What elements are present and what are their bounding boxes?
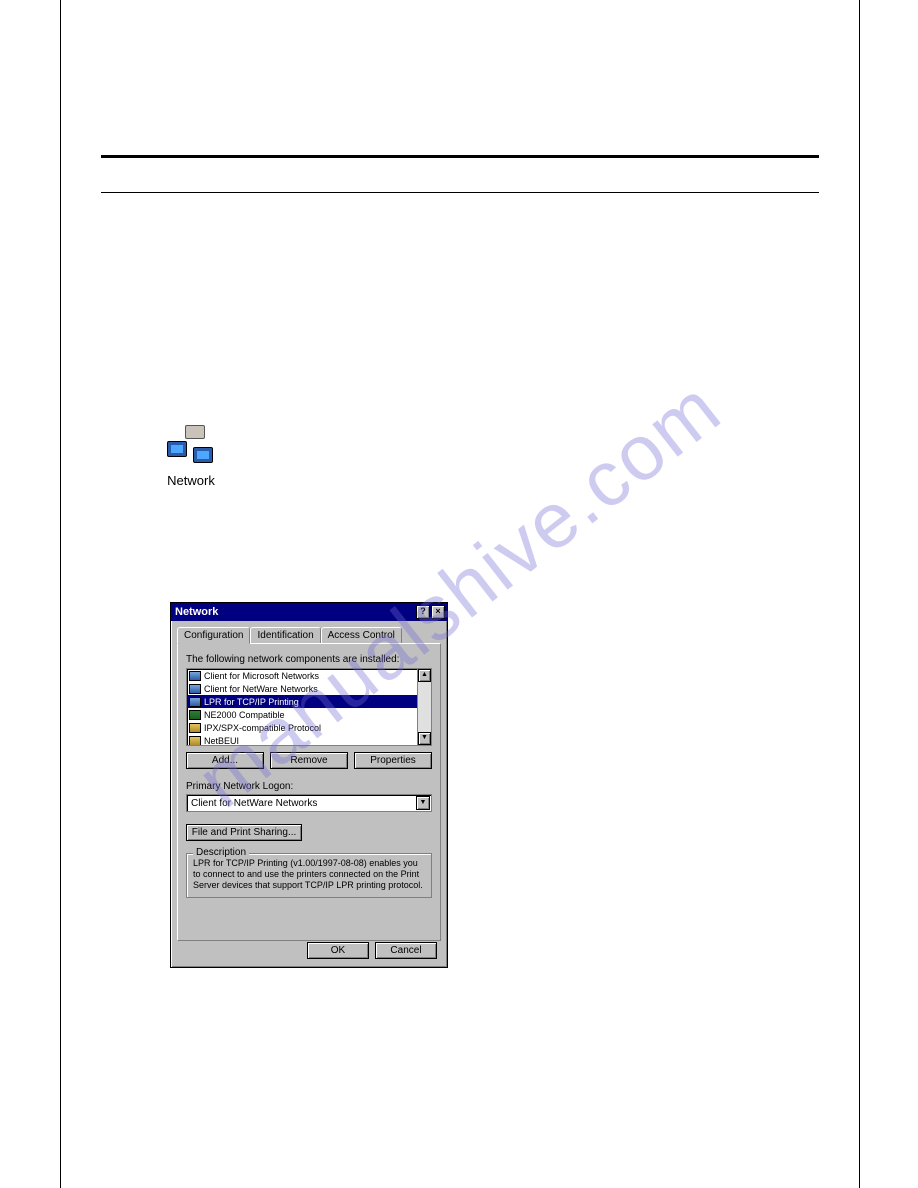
list-item[interactable]: NE2000 Compatible <box>187 708 417 721</box>
chevron-down-icon[interactable]: ▼ <box>416 796 430 810</box>
scroll-track[interactable] <box>418 682 431 732</box>
description-text: LPR for TCP/IP Printing (v1.00/1997-08-0… <box>193 858 425 891</box>
close-button[interactable]: × <box>431 605 445 619</box>
header-rule-thin <box>101 192 819 193</box>
network-desktop-icon[interactable]: Network <box>161 423 221 488</box>
list-label: The following network components are ins… <box>186 654 432 665</box>
logon-label: Primary Network Logon: <box>186 781 432 792</box>
components-listbox[interactable]: Client for Microsoft Networks Client for… <box>186 668 432 746</box>
list-item[interactable]: NetBEUI <box>187 734 417 745</box>
adapter-icon <box>189 710 201 720</box>
list-item[interactable]: Client for NetWare Networks <box>187 682 417 695</box>
properties-button[interactable]: Properties <box>354 752 432 769</box>
ok-button[interactable]: OK <box>307 942 369 959</box>
protocol-icon <box>189 723 201 733</box>
primary-logon-dropdown[interactable]: Client for NetWare Networks ▼ <box>186 794 432 812</box>
tab-strip: Configuration Identification Access Cont… <box>177 627 441 643</box>
tab-configuration[interactable]: Configuration <box>177 627 250 644</box>
client-icon <box>189 684 201 694</box>
header-rule-thick <box>101 155 819 158</box>
scroll-down-icon[interactable]: ▼ <box>418 732 431 745</box>
description-legend: Description <box>193 847 249 858</box>
dialog-title: Network <box>175 606 218 618</box>
cancel-button[interactable]: Cancel <box>375 942 437 959</box>
list-item[interactable]: IPX/SPX-compatible Protocol <box>187 721 417 734</box>
add-button[interactable]: Add... <box>186 752 264 769</box>
client-icon <box>189 697 201 707</box>
scroll-up-icon[interactable]: ▲ <box>418 669 431 682</box>
protocol-icon <box>189 736 201 746</box>
network-icon <box>167 423 215 467</box>
tab-access-control[interactable]: Access Control <box>321 627 402 643</box>
listbox-scrollbar[interactable]: ▲ ▼ <box>417 669 431 745</box>
list-item[interactable]: LPR for TCP/IP Printing <box>187 695 417 708</box>
description-group: Description LPR for TCP/IP Printing (v1.… <box>186 853 432 898</box>
help-button[interactable]: ? <box>416 605 430 619</box>
titlebar[interactable]: Network ? × <box>171 603 447 621</box>
network-dialog: Network ? × Configuration Identification… <box>170 602 448 968</box>
list-item[interactable]: Client for Microsoft Networks <box>187 669 417 682</box>
tab-content: The following network components are ins… <box>177 643 441 941</box>
remove-button[interactable]: Remove <box>270 752 348 769</box>
dropdown-value: Client for NetWare Networks <box>187 798 415 809</box>
file-print-sharing-button[interactable]: File and Print Sharing... <box>186 824 302 841</box>
tab-identification[interactable]: Identification <box>250 627 320 643</box>
icon-label: Network <box>161 473 221 488</box>
client-icon <box>189 671 201 681</box>
